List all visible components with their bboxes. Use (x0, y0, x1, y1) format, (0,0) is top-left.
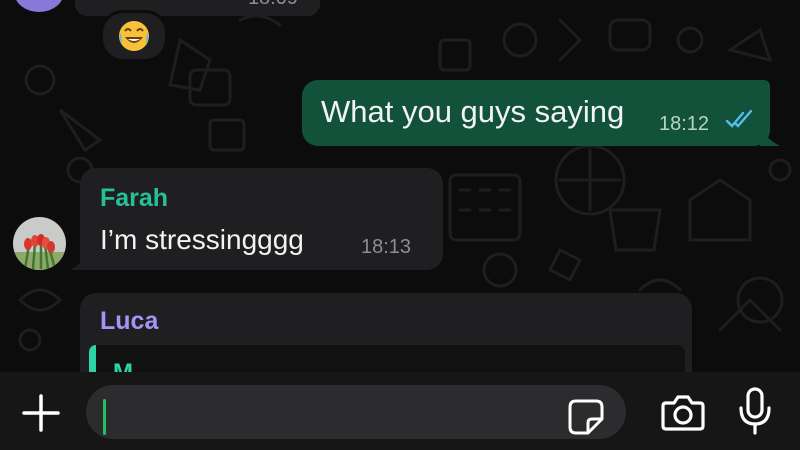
message-time: 18:12 (659, 113, 710, 135)
message-input[interactable] (86, 385, 626, 439)
text-caret (103, 399, 106, 435)
laughing-emoji-icon (119, 21, 149, 51)
tulips-avatar-image (13, 217, 66, 270)
quoted-text: M (113, 359, 133, 372)
outgoing-message-bubble[interactable]: What you guys saying 18:12 (302, 80, 770, 146)
sticker-icon[interactable] (566, 397, 606, 437)
message-reaction[interactable] (100, 10, 168, 62)
camera-icon[interactable] (660, 393, 706, 433)
message-time: 18:09 (248, 0, 298, 10)
quote-accent-bar (89, 345, 96, 372)
mic-icon[interactable] (737, 386, 773, 436)
sender-name[interactable]: Farah (100, 184, 168, 213)
incoming-message-bubble[interactable]: Farah I’m stressingggg 18:13 (80, 168, 443, 270)
plus-icon[interactable] (20, 392, 62, 434)
quoted-reply[interactable]: M (89, 345, 685, 372)
avatar-farah[interactable] (13, 217, 66, 270)
message-time: 18:13 (361, 236, 412, 258)
sender-name[interactable]: Luca (100, 307, 158, 336)
chat-message-area[interactable]: 18:09 What you guys saying 18:12 (0, 0, 800, 372)
incoming-message-bubble[interactable]: Luca M (80, 293, 692, 372)
message-input-bar (0, 372, 800, 450)
message-text: What you guys saying (321, 94, 625, 129)
double-check-icon (725, 110, 753, 128)
bubble-tail (760, 128, 780, 146)
message-text: I’m stressingggg (100, 224, 304, 255)
